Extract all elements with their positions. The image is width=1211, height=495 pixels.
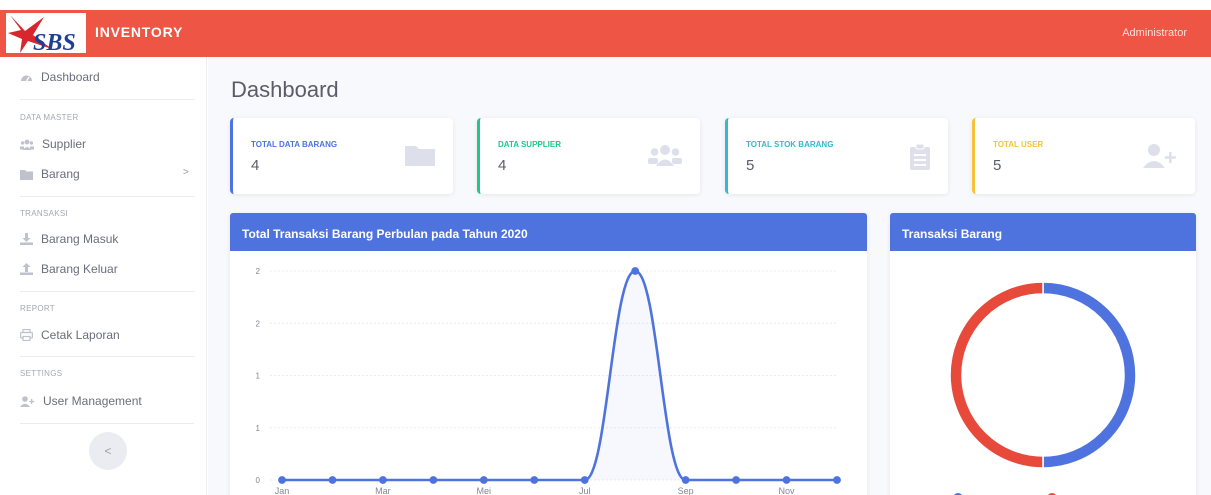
stat-card-label: TOTAL USER <box>993 140 1044 149</box>
users-icon <box>648 145 682 166</box>
brand-title: INVENTORY <box>95 24 184 40</box>
donut-chart-title: Transaksi Barang <box>890 213 1196 251</box>
data-point <box>631 267 640 275</box>
section-heading-transaksi: TRANSAKSI <box>20 209 69 218</box>
chevron-left-icon: < <box>104 444 112 458</box>
sidebar-item-user-management[interactable]: User Management <box>20 391 142 411</box>
stat-card-label: TOTAL STOK BARANG <box>746 140 834 149</box>
data-point <box>328 476 337 484</box>
sidebar-divider <box>20 291 194 292</box>
sidebar-item-label: Barang <box>41 167 80 181</box>
tachometer-icon <box>21 75 32 82</box>
sidebar-item-dashboard[interactable]: Dashboard <box>20 67 100 87</box>
line-chart-panel: Total Transaksi Barang Perbulan pada Tah… <box>230 213 867 495</box>
donut-chart-panel: Transaksi Barang <box>890 213 1196 495</box>
stat-card-data-supplier: DATA SUPPLIER 4 <box>477 118 700 194</box>
chevron-right-icon[interactable]: > <box>183 167 189 178</box>
sidebar: Dashboard DATA MASTER Supplier Barang > … <box>0 57 207 495</box>
folder-icon <box>20 169 33 180</box>
stat-card-total-user: TOTAL USER 5 <box>972 118 1195 194</box>
data-point <box>479 476 488 484</box>
sidebar-item-label: Cetak Laporan <box>41 328 120 342</box>
x-tick-label: Jul <box>579 486 591 495</box>
sidebar-divider <box>20 356 194 357</box>
brand-logo[interactable]: SBS <box>6 13 86 53</box>
y-tick-label: 2 <box>256 319 261 328</box>
data-point <box>732 476 740 484</box>
y-tick-label: 2 <box>256 267 261 276</box>
logo-text: SBS <box>33 30 76 53</box>
user-menu[interactable]: Administrator <box>1122 27 1187 39</box>
download-icon <box>20 233 33 245</box>
section-heading-master: DATA MASTER <box>20 113 79 122</box>
data-point <box>530 476 539 484</box>
stat-card-total-barang: TOTAL DATA BARANG 4 <box>230 118 453 194</box>
data-point <box>580 476 589 484</box>
y-tick-label: 1 <box>256 372 261 381</box>
data-point <box>278 476 286 484</box>
y-tick-label: 1 <box>256 424 261 433</box>
data-point <box>379 476 387 484</box>
y-tick-label: 0 <box>256 476 261 485</box>
donut-slice <box>949 281 1044 469</box>
sidebar-item-label: Dashboard <box>41 70 100 84</box>
sidebar-divider <box>20 99 194 100</box>
page-title: Dashboard <box>231 77 339 102</box>
folder-icon <box>405 146 435 166</box>
x-tick-label: Sep <box>678 486 694 495</box>
sidebar-divider <box>20 423 194 424</box>
user-plus-icon <box>1143 144 1176 168</box>
main-content: Dashboard TOTAL DATA BARANG 4 DATA SUPPL… <box>208 57 1211 495</box>
stat-card-value: 4 <box>251 157 260 174</box>
line-chart-title: Total Transaksi Barang Perbulan pada Tah… <box>230 213 867 251</box>
printer-icon <box>20 329 33 341</box>
section-heading-settings: SETTINGS <box>20 369 63 378</box>
sidebar-toggle-button[interactable]: < <box>89 432 127 470</box>
stat-card-value: 5 <box>993 157 1002 174</box>
sidebar-item-label: User Management <box>43 394 142 408</box>
sidebar-divider <box>20 196 194 197</box>
x-tick-label: Jan <box>275 486 290 495</box>
donut-slice <box>1042 281 1137 469</box>
line-chart: 0 1 1 2 2 Jan Mar Mei Jul Sep Nov <box>256 267 841 495</box>
sidebar-item-barang-keluar[interactable]: Barang Keluar <box>20 259 118 279</box>
sidebar-item-label: Barang Keluar <box>41 262 118 276</box>
sidebar-item-label: Supplier <box>42 137 87 151</box>
stat-card-total-stok: TOTAL STOK BARANG 5 <box>725 118 948 194</box>
stat-card-value: 4 <box>498 157 507 174</box>
sidebar-item-barang[interactable]: Barang <box>20 164 80 184</box>
data-point <box>681 476 690 484</box>
stat-card-label: TOTAL DATA BARANG <box>251 140 338 149</box>
sidebar-item-label: Barang Masuk <box>41 232 119 246</box>
sbs-logo-icon: SBS <box>8 15 76 53</box>
data-point <box>833 476 841 484</box>
sidebar-item-cetak-laporan[interactable]: Cetak Laporan <box>20 325 120 345</box>
stat-card-label: DATA SUPPLIER <box>498 140 561 149</box>
section-heading-report: REPORT <box>20 304 55 313</box>
x-tick-label: Mar <box>375 486 391 495</box>
sidebar-item-supplier[interactable]: Supplier <box>20 134 86 154</box>
upload-icon <box>20 263 33 275</box>
data-point <box>429 476 438 484</box>
clipboard-list-icon <box>910 144 930 170</box>
x-tick-label: Nov <box>779 486 796 495</box>
x-tick-label: Mei <box>477 486 492 495</box>
stat-card-value: 5 <box>746 157 755 174</box>
users-icon <box>20 139 34 150</box>
data-point <box>782 476 791 484</box>
user-plus-icon <box>20 395 35 407</box>
top-navbar: SBS INVENTORY Administrator <box>0 10 1211 57</box>
donut-chart <box>949 281 1137 495</box>
sidebar-item-barang-masuk[interactable]: Barang Masuk <box>20 229 118 249</box>
